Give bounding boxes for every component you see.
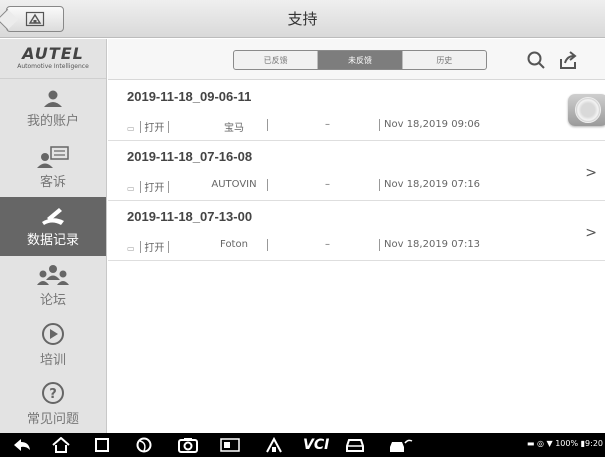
record-row[interactable]: 2019-11-18_07-16-08 ▭ 打开 AUTOVIN – Nov 1… — [108, 141, 605, 201]
divider — [379, 179, 380, 191]
divider — [167, 121, 169, 133]
tab-feedback-pending[interactable]: 未反馈 — [317, 51, 402, 69]
sidebar-item-label: 我的账户 — [26, 113, 79, 129]
divider — [379, 239, 380, 251]
record-status: 打开 — [144, 243, 165, 254]
floating-action-button[interactable] — [568, 94, 605, 126]
share-icon[interactable] — [558, 50, 578, 70]
recent-apps-icon[interactable] — [95, 437, 109, 453]
divider — [167, 241, 169, 253]
brand-name: AUTEL — [22, 44, 84, 63]
camera-icon[interactable] — [178, 437, 198, 453]
brand-logo: AUTEL Automotive Intelligence — [0, 39, 106, 79]
system-nav-bar: VCI ▬ ◎ ▼ 100% ▮9:20 — [0, 433, 605, 457]
sidebar-item-complaint[interactable]: 客诉 — [0, 138, 106, 197]
page-title: 支持 — [287, 10, 318, 28]
record-icon: ▭ — [127, 184, 135, 193]
tab-history[interactable]: 历史 — [401, 51, 486, 69]
sidebar-item-account[interactable]: 我的账户 — [0, 79, 106, 138]
sidebar-item-forum[interactable]: 论坛 — [0, 256, 106, 315]
record-make: 宝马 — [224, 123, 244, 134]
home-nav-icon[interactable] — [52, 437, 70, 453]
battery-icon: ▮ — [578, 439, 586, 448]
record-dash: – — [325, 179, 330, 190]
battery-level: 100% — [555, 439, 579, 448]
divider — [267, 179, 268, 191]
top-bar: 支持 — [0, 0, 605, 38]
clock: 9:20 — [585, 439, 603, 448]
record-date: Nov 18,2019 07:13 — [384, 239, 481, 250]
feedback-tab-group: 已反馈 未反馈 历史 — [233, 50, 487, 70]
sidebar-item-label: 客诉 — [39, 174, 66, 190]
brand-tagline: Automotive Intelligence — [17, 63, 89, 70]
chat-user-icon — [37, 145, 69, 168]
record-date: Nov 18,2019 09:06 — [384, 119, 481, 130]
svg-text:?: ? — [49, 387, 57, 402]
record-row[interactable]: 2019-11-18_09-06-11 ▭ 打开 宝马 – Nov 18,201… — [108, 81, 605, 141]
main-content: 已反馈 未反馈 历史 2019-11-18_09-06-11 ▭ 打开 宝马 –… — [108, 39, 605, 433]
divider — [267, 239, 268, 251]
person-icon — [44, 90, 62, 107]
pen-note-icon — [42, 207, 64, 225]
record-make: Foton — [220, 239, 248, 250]
record-meta: ▭ 打开 宝马 – Nov 18,2019 09:06 — [127, 119, 480, 134]
display-icon[interactable] — [220, 437, 240, 453]
search-icon[interactable] — [526, 50, 546, 70]
toolbar: 已反馈 未反馈 历史 — [108, 39, 605, 80]
sidebar-item-faq[interactable]: ? 常见问题 — [0, 374, 106, 433]
help-icon: ? — [42, 381, 64, 404]
play-circle-icon — [42, 322, 64, 345]
chevron-right-icon[interactable]: > — [585, 225, 597, 241]
record-row[interactable]: 2019-11-18_07-13-00 ▭ 打开 Foton – Nov 18,… — [108, 201, 605, 261]
back-icon[interactable] — [12, 437, 32, 453]
record-icon: ▭ — [127, 244, 135, 253]
divider — [140, 121, 142, 133]
divider — [379, 119, 380, 131]
car-icon[interactable] — [345, 437, 365, 453]
sidebar: AUTEL Automotive Intelligence 我的账户 客诉 数据… — [0, 39, 107, 433]
record-dash: – — [325, 239, 330, 250]
divider — [167, 181, 169, 193]
tab-feedback-done[interactable]: 已反馈 — [234, 51, 317, 69]
floating-ring-icon — [575, 97, 601, 123]
record-title: 2019-11-18_09-06-11 — [127, 89, 252, 104]
sidebar-item-training[interactable]: 培训 — [0, 315, 106, 374]
divider — [140, 181, 142, 193]
sidebar-item-label: 常见问题 — [26, 411, 79, 427]
sidebar-item-label: 培训 — [39, 352, 66, 368]
chevron-right-icon[interactable]: > — [585, 165, 597, 181]
notification-icon: ▬ ◎ ▼ — [526, 439, 556, 448]
record-meta: ▭ 打开 AUTOVIN – Nov 18,2019 07:16 — [127, 179, 480, 194]
vci-icon[interactable]: VCI — [303, 437, 329, 453]
record-status: 打开 — [144, 123, 165, 134]
divider — [267, 119, 268, 131]
group-icon — [37, 264, 69, 285]
record-title: 2019-11-18_07-13-00 — [127, 209, 253, 224]
sidebar-item-label: 数据记录 — [26, 232, 79, 248]
app-home-icon[interactable] — [265, 437, 283, 453]
record-meta: ▭ 打开 Foton – Nov 18,2019 07:13 — [127, 239, 480, 254]
record-status: 打开 — [144, 183, 165, 194]
record-icon: ▭ — [127, 124, 135, 133]
remote-service-icon[interactable] — [388, 437, 414, 453]
sidebar-item-data-record[interactable]: 数据记录 — [0, 197, 106, 256]
record-make: AUTOVIN — [211, 179, 257, 190]
browser-icon[interactable] — [135, 437, 153, 453]
record-dash: – — [325, 119, 330, 130]
system-status: ▬ ◎ ▼ 100% ▮9:20 — [527, 439, 603, 448]
record-title: 2019-11-18_07-16-08 — [127, 149, 253, 164]
sidebar-item-label: 论坛 — [39, 292, 66, 308]
record-date: Nov 18,2019 07:16 — [384, 179, 481, 190]
divider — [140, 241, 142, 253]
